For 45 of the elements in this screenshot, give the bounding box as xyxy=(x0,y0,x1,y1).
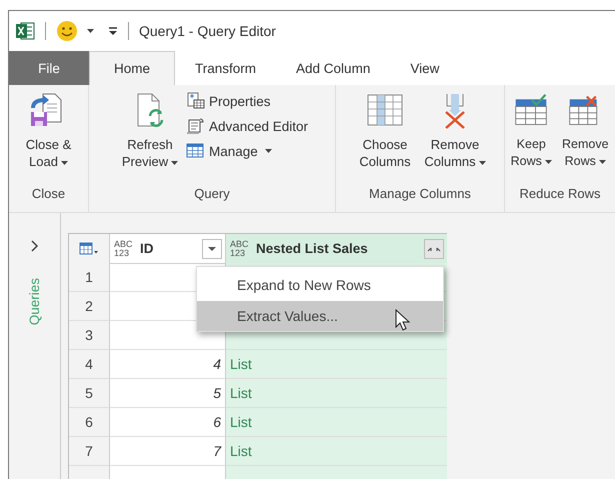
ribbon-button[interactable]: Remove Columns xyxy=(421,90,489,172)
group-label: Close xyxy=(30,186,66,203)
row-number: 1 xyxy=(69,263,110,292)
table-cell: List xyxy=(226,379,447,408)
ribbon-tab[interactable]: View xyxy=(390,51,460,85)
group-label: Query xyxy=(193,186,231,203)
ribbon-button[interactable]: Keep Rows xyxy=(507,90,556,172)
properties-icon xyxy=(186,92,205,110)
ribbon-tab[interactable]: Home xyxy=(89,51,176,85)
table-menu-icon[interactable] xyxy=(79,242,99,256)
row-number: 5 xyxy=(69,379,110,408)
table-cell: List xyxy=(226,350,447,379)
ribbon-button[interactable]: Close & Load xyxy=(18,90,80,172)
row-number: 3 xyxy=(69,321,110,350)
ribbon-button[interactable]: Manage xyxy=(186,142,308,160)
smiley-icon[interactable] xyxy=(56,20,78,42)
ribbon-button[interactable]: Advanced Editor xyxy=(186,117,308,135)
filter-dropdown-icon[interactable] xyxy=(202,238,222,258)
row-number: 7 xyxy=(69,437,110,466)
caret-icon xyxy=(87,29,94,33)
group-label: Manage Columns xyxy=(368,186,472,203)
menu-item[interactable]: Expand to New Rows xyxy=(197,269,443,301)
menu-item[interactable]: Extract Values... xyxy=(197,301,443,331)
ribbon-button[interactable]: Refresh Preview xyxy=(116,90,184,172)
excel-icon xyxy=(15,21,35,41)
chevron-icon[interactable] xyxy=(30,240,38,252)
window-title: Query1 - Query Editor xyxy=(139,23,276,39)
expand-column-icon[interactable] xyxy=(424,238,444,258)
table-icon xyxy=(186,142,205,160)
ribbon-button[interactable]: Properties xyxy=(186,92,308,110)
customize-toolbar-icon[interactable] xyxy=(108,26,118,36)
row-number: 2 xyxy=(69,292,110,321)
editor-icon xyxy=(186,117,205,135)
type-label: ABC 123 xyxy=(230,240,250,258)
ribbon-tab[interactable]: Transform xyxy=(175,51,276,85)
group-label: Reduce Rows xyxy=(518,186,602,203)
ribbon-tab[interactable]: Add Column xyxy=(276,51,390,85)
table-cell: List xyxy=(226,437,447,466)
type-label: ABC 123 xyxy=(114,240,134,258)
table-cell: List xyxy=(226,408,447,437)
row-number: 6 xyxy=(69,408,110,437)
file-tab[interactable]: File xyxy=(9,51,89,85)
ribbon-button[interactable]: Remove Rows xyxy=(556,90,615,172)
ribbon-button[interactable]: Choose Columns xyxy=(351,90,419,172)
row-number: 4 xyxy=(69,350,110,379)
